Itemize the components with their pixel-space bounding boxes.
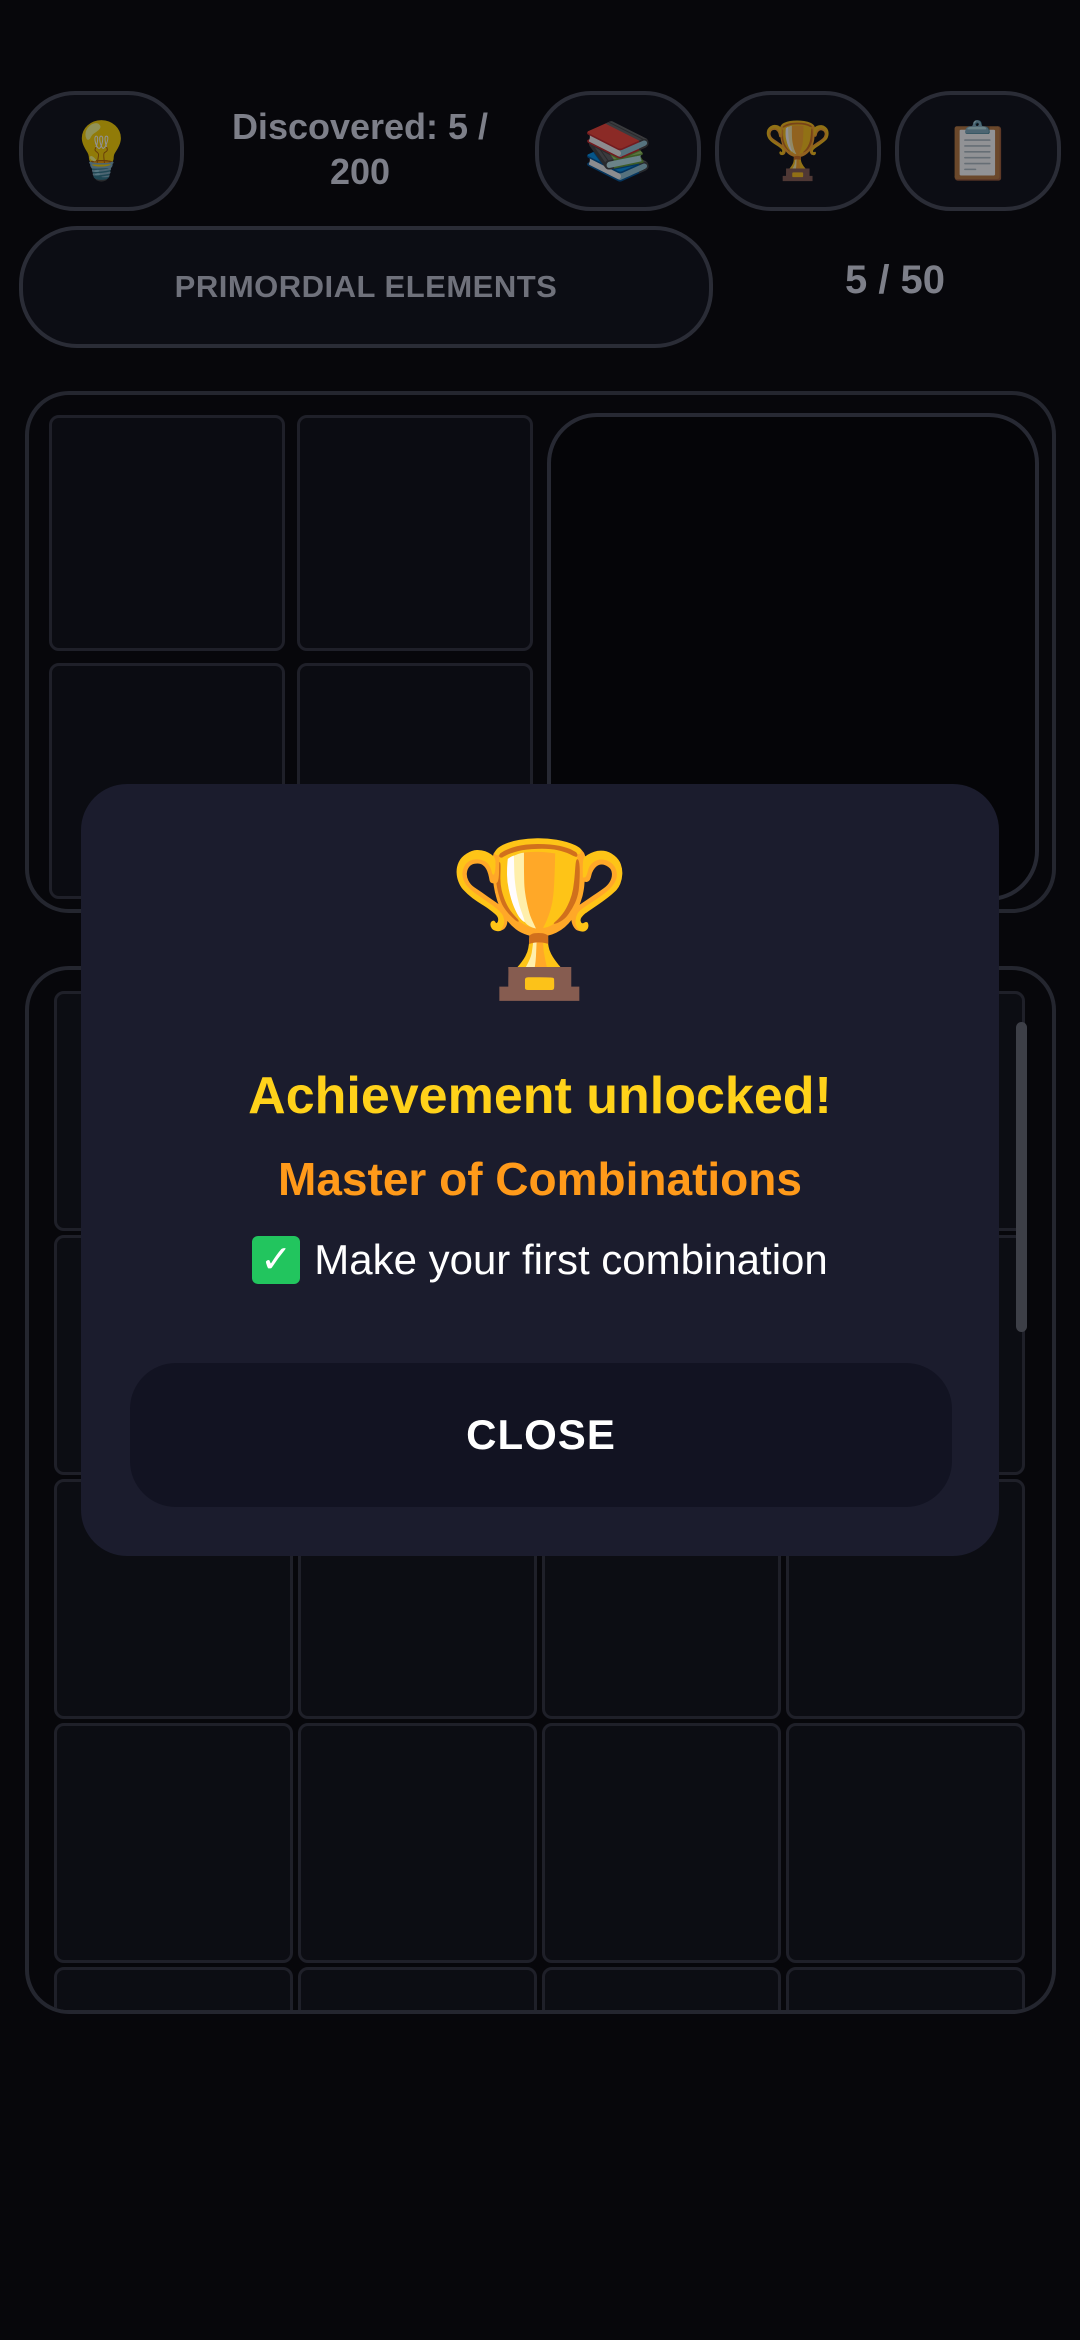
library-button[interactable]: 📚 <box>535 91 701 211</box>
workspace-slot[interactable] <box>49 415 285 651</box>
category-label: PRIMORDIAL ELEMENTS <box>174 269 558 304</box>
discovered-counter: Discovered: 5 / 200 <box>196 104 524 194</box>
books-icon: 📚 <box>583 119 653 182</box>
clipboard-icon: 📋 <box>943 119 1013 182</box>
inventory-cell[interactable] <box>298 1723 537 1963</box>
inventory-cell[interactable] <box>786 1723 1025 1963</box>
hint-button[interactable]: 💡 <box>19 91 184 211</box>
achievements-button[interactable]: 🏆 <box>715 91 881 211</box>
close-button-label: CLOSE <box>466 1411 616 1458</box>
category-selector[interactable]: PRIMORDIAL ELEMENTS <box>19 226 713 348</box>
inventory-cell[interactable] <box>54 1967 293 2010</box>
discovered-total: 200 <box>329 151 391 192</box>
check-mark-icon: ✓ <box>252 1236 301 1284</box>
trophy-icon: 🏆 <box>446 835 634 1003</box>
inventory-cell[interactable] <box>542 1723 781 1963</box>
trophy-icon: 🏆 <box>763 119 833 182</box>
notes-button[interactable]: 📋 <box>895 91 1061 211</box>
lightbulb-icon: 💡 <box>66 119 137 182</box>
achievement-name: Master of Combinations <box>278 1153 802 1205</box>
category-count: 5 / 50 <box>844 258 946 302</box>
workspace-slot[interactable] <box>297 415 533 651</box>
modal-title: Achievement unlocked! <box>248 1067 832 1125</box>
inventory-cell[interactable] <box>786 1967 1025 2010</box>
close-button[interactable]: CLOSE <box>130 1363 952 1507</box>
achievement-modal: 🏆 Achievement unlocked! Master of Combin… <box>81 784 999 1556</box>
achievement-description: ✓ Make your first combination <box>81 1236 999 1284</box>
game-screen: 💡 Discovered: 5 / 200 📚 🏆 📋 PRIMORDIAL E… <box>0 0 1080 2340</box>
inventory-cell[interactable] <box>542 1967 781 2010</box>
inventory-cell[interactable] <box>54 1723 293 1963</box>
discovered-label: Discovered: 5 / <box>231 106 489 147</box>
inventory-cell[interactable] <box>298 1967 537 2010</box>
inventory-scrollbar[interactable] <box>1016 1022 1027 1332</box>
achievement-description-text: Make your first combination <box>314 1236 828 1283</box>
